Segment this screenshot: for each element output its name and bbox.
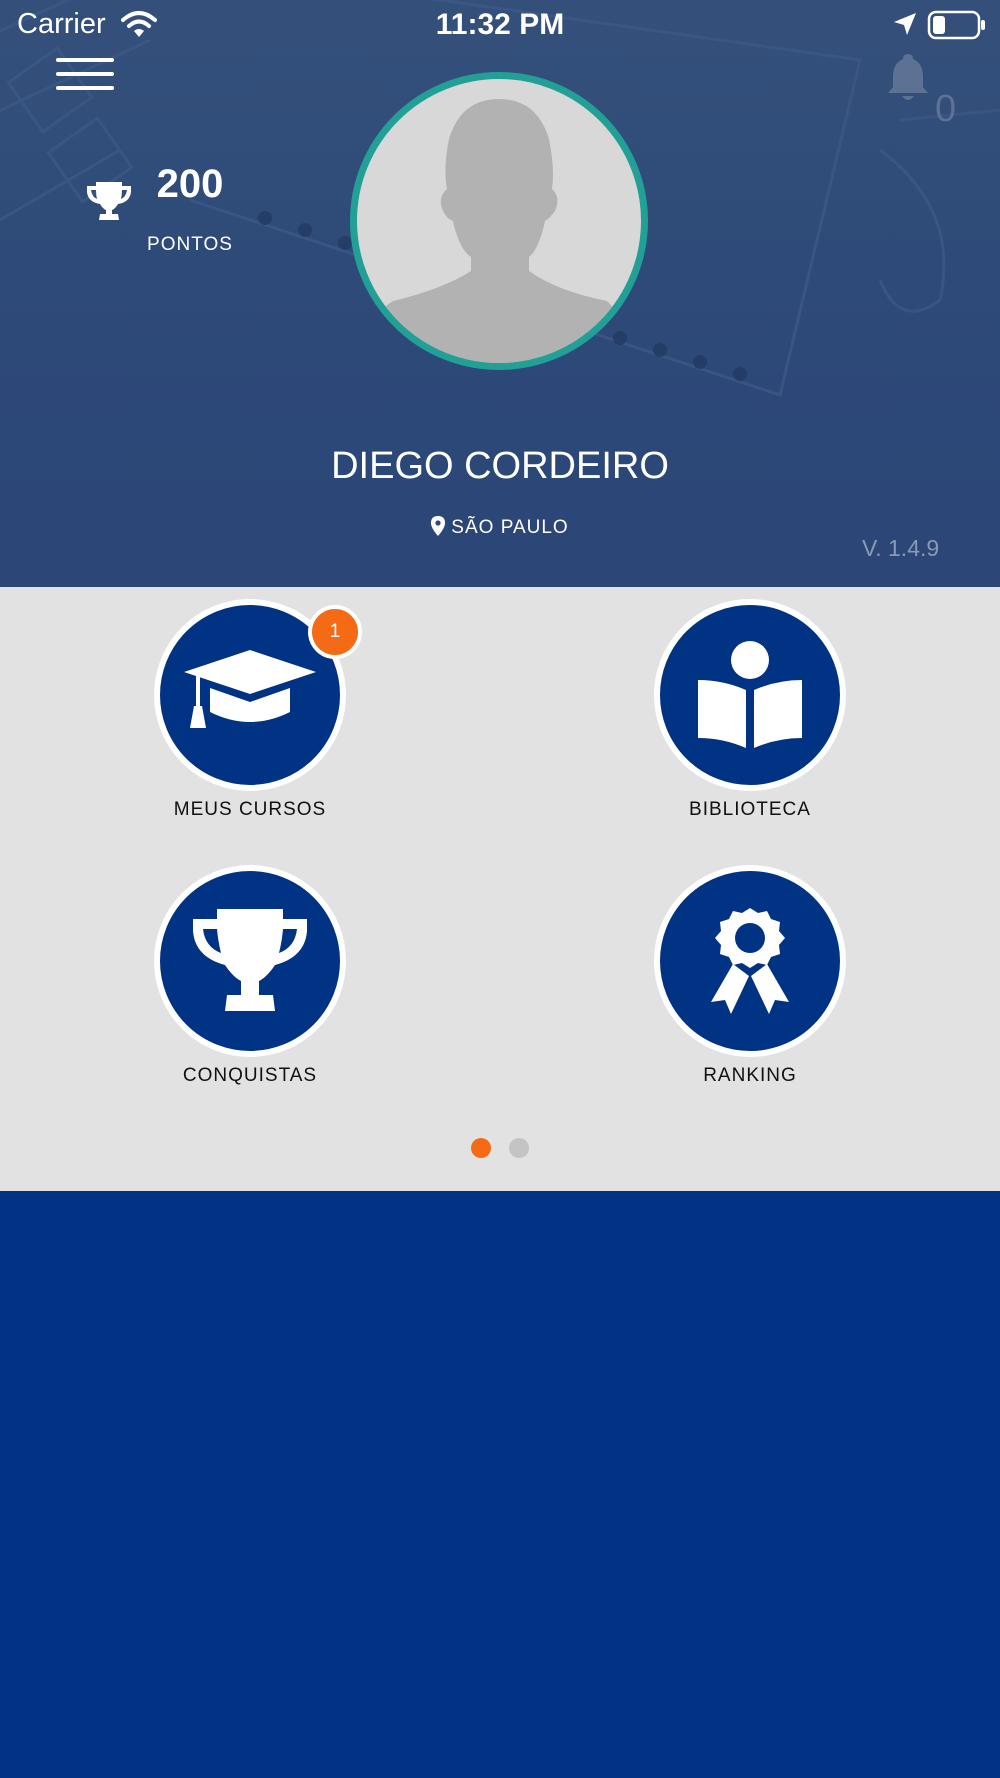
tile-meus-cursos[interactable]: 1 MEUS CURSOS	[120, 599, 380, 821]
map-pin-icon	[431, 516, 446, 536]
status-bar: Carrier 11:32 PM	[0, 0, 1000, 50]
points-trophy-icon	[87, 182, 131, 220]
battery-icon	[927, 10, 985, 40]
bottom-area	[0, 1191, 1000, 1778]
avatar-placeholder-icon	[357, 99, 641, 363]
tile-label: RANKING	[703, 1065, 797, 1086]
ranking-button[interactable]	[654, 865, 846, 1057]
location-arrow-icon	[894, 13, 916, 35]
tile-label: CONQUISTAS	[182, 1065, 318, 1086]
tile-label: BIBLIOTECA	[689, 799, 811, 820]
avatar[interactable]	[350, 72, 648, 370]
biblioteca-button[interactable]	[654, 599, 846, 791]
meus-cursos-button[interactable]: 1	[154, 599, 362, 791]
bell-icon[interactable]	[885, 52, 931, 102]
hamburger-menu-icon[interactable]	[56, 56, 114, 96]
user-name: DIEGO CORDEIRO	[331, 445, 669, 487]
points-value: 200	[156, 162, 224, 206]
profile-header: Carrier 11:32 PM 0 200 PONTOS DIEGO CORD	[0, 0, 1000, 587]
page-dot[interactable]	[509, 1138, 529, 1158]
app-version: V. 1.4.9	[862, 535, 940, 561]
status-time: 11:32 PM	[435, 8, 565, 41]
conquistas-button[interactable]	[154, 865, 346, 1057]
tile-label: MEUS CURSOS	[173, 799, 327, 820]
notification-badge: 1	[308, 605, 362, 659]
reader-book-icon	[698, 641, 802, 748]
user-location: SÃO PAULO	[0, 516, 1000, 539]
user-city-label: SÃO PAULO	[451, 517, 569, 538]
notification-count[interactable]: 0	[935, 88, 956, 131]
graduation-cap-icon	[184, 650, 316, 728]
tile-conquistas[interactable]: CONQUISTAS	[120, 865, 380, 1087]
page-indicator	[0, 1138, 1000, 1163]
points-label: PONTOS	[147, 234, 233, 255]
tile-ranking[interactable]: RANKING	[620, 865, 880, 1087]
menu-grid: 1 MEUS CURSOS BIBLIOTECA CONQUISTAS RANK…	[0, 587, 1000, 1191]
trophy-icon	[193, 909, 307, 1011]
award-ribbon-icon	[711, 908, 789, 1014]
tile-biblioteca[interactable]: BIBLIOTECA	[620, 599, 880, 821]
page-dot-active[interactable]	[471, 1138, 491, 1158]
